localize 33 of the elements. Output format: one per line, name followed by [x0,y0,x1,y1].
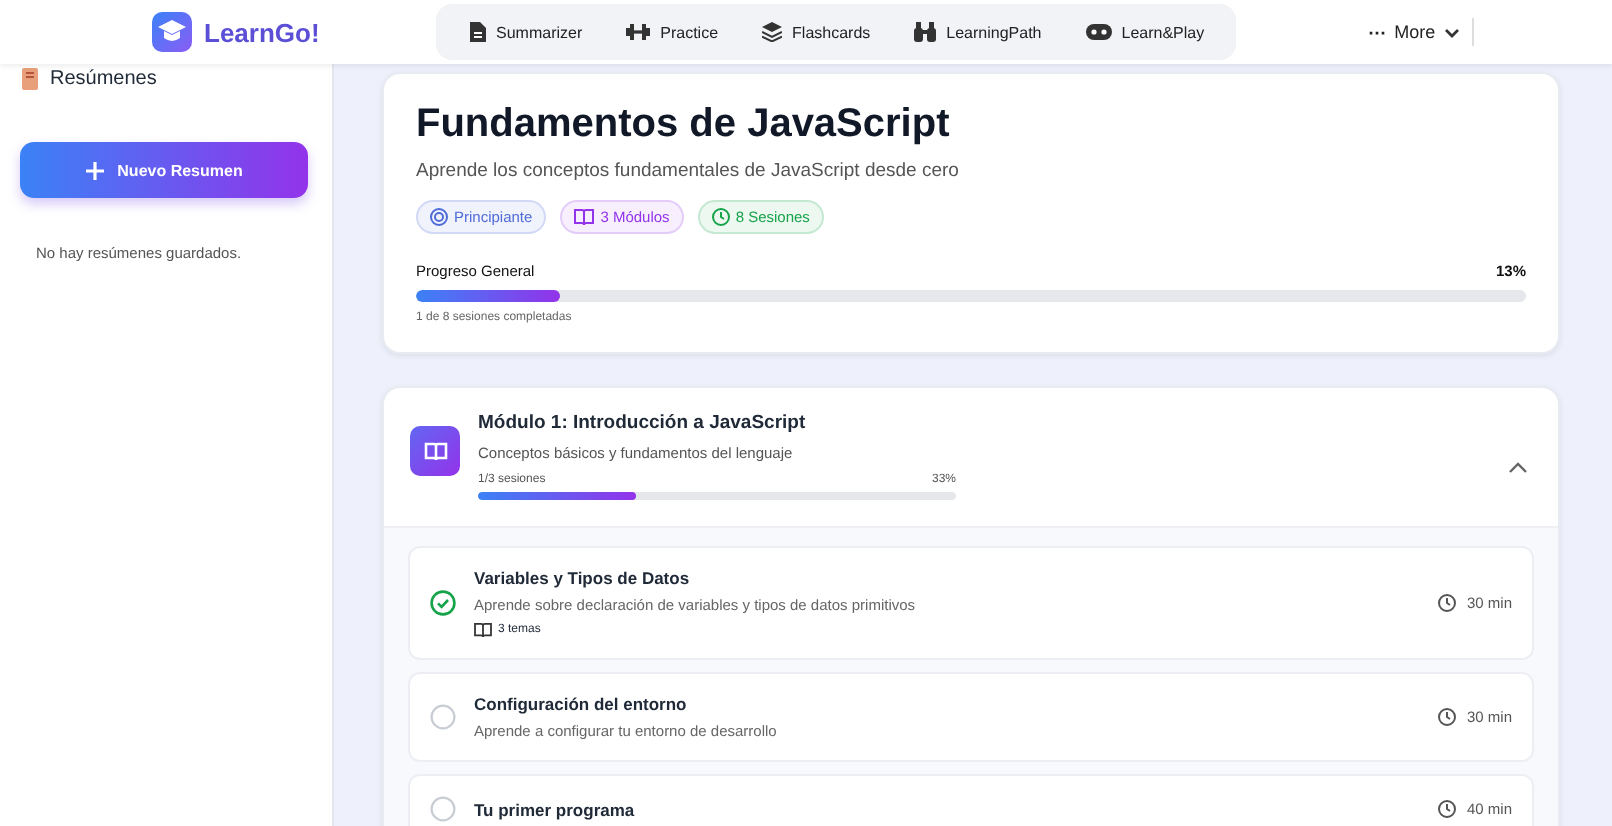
document-icon [468,22,486,42]
module-title: Módulo 1: Introducción a JavaScript [478,412,808,434]
session-title: Tu primer programa [474,799,637,819]
plus-icon [85,161,104,179]
clock-icon [1438,708,1457,726]
target-icon [430,208,448,226]
more-menu-button[interactable]: ⋯ More [1356,18,1474,46]
nav-link[interactable]: Practice [606,23,739,41]
brand-name: LearnGo! [204,17,320,47]
clock-icon [1438,800,1457,818]
book-icon [410,426,460,476]
clock-icon [1438,594,1457,612]
binoculars-icon [914,22,937,42]
course-subtitle: Aprende los conceptos fundamentales de JavaScript desde cero [416,160,961,182]
clock-icon [711,208,730,226]
book-icon [574,208,595,226]
course-title: Fundamentos de JavaScript [416,102,952,148]
session-title: Variables y Tipos de Datos [474,568,692,588]
sidebar-title: Resúmenes [50,67,157,89]
session-title: Configuración del entorno [474,694,689,714]
dumbbell-icon [626,24,651,40]
nav-link[interactable]: LearningPath [894,22,1062,42]
layers-icon [762,22,783,42]
nav-link[interactable]: Summarizer [448,22,603,42]
nav-link[interactable]: Flashcards [742,22,891,42]
gamepad-icon [1085,24,1112,40]
nav-link[interactable]: Learn&Play [1065,23,1225,41]
new-summary-button[interactable]: Nuevo Resumen [20,142,308,198]
notebook-icon [20,67,40,89]
graduation-cap-icon [152,12,192,52]
chevron-down-icon [1443,27,1460,37]
book-icon [474,622,492,638]
chevron-icon [1508,462,1528,474]
